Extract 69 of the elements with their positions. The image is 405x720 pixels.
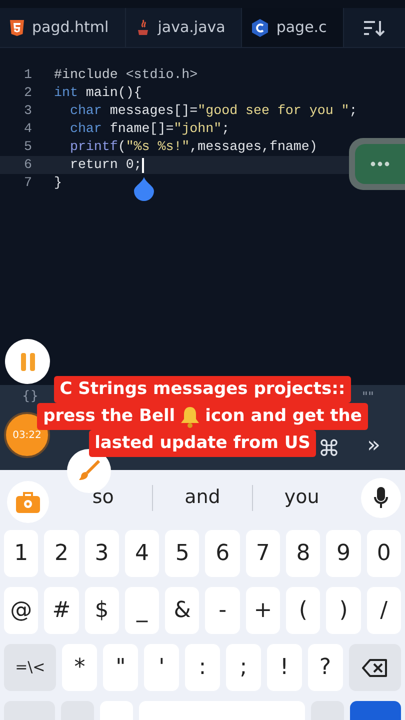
- sort-icon[interactable]: [363, 18, 386, 36]
- caption-text: lasted update from US: [88, 430, 316, 457]
- code-line: #include <stdio.h>: [54, 66, 198, 84]
- keyboard-key[interactable]: 2: [44, 530, 79, 577]
- code-line: char messages[]="good see for you ";: [68, 102, 358, 120]
- html-file-icon: [10, 20, 24, 36]
- suggestion[interactable]: and: [153, 483, 252, 512]
- backspace-key[interactable]: [348, 644, 402, 691]
- suggestion[interactable]: you: [252, 483, 351, 512]
- bell-icon: [180, 406, 200, 428]
- caption-text: C Strings messages projects::: [54, 376, 352, 403]
- keyboard-key[interactable]: ?: [308, 644, 343, 691]
- keyboard-key[interactable]: _: [124, 587, 160, 634]
- code-line: return 0;: [68, 156, 142, 174]
- suggestion[interactable]: so: [54, 483, 152, 512]
- toolbar-key[interactable]: ⌘: [318, 433, 340, 466]
- keyboard-key[interactable]: 0: [366, 530, 401, 577]
- line-number: 4: [23, 120, 33, 138]
- coffee-cup-icon: [136, 18, 150, 36]
- toolbox-icon: [16, 491, 40, 513]
- keyboard-key[interactable]: @: [4, 587, 38, 634]
- keyboard-key[interactable]: ;: [226, 644, 261, 691]
- keyboard-key[interactable]: /: [366, 587, 401, 634]
- keyboard-key[interactable]: *: [62, 644, 98, 691]
- code-line: printf("%s %s!",messages,fname): [68, 138, 318, 156]
- line-number: 2: [23, 84, 33, 102]
- keyboard-key[interactable]: 8: [286, 530, 320, 577]
- keyboard-key[interactable]: $: [84, 587, 119, 634]
- keyboard-key[interactable]: ": [103, 644, 138, 691]
- line-number: 7: [23, 174, 33, 192]
- line-number: 3: [23, 102, 33, 120]
- keyboard-key[interactable]: !: [266, 644, 302, 691]
- keyboard-key[interactable]: #: [44, 587, 79, 634]
- toolbar-key[interactable]: "": [362, 391, 374, 404]
- keyboard-key[interactable]: ): [326, 587, 361, 634]
- keyboard-key[interactable]: 7: [246, 530, 280, 577]
- keyboard-key[interactable]: +: [246, 587, 280, 634]
- keyboard-key[interactable]: 3: [84, 530, 119, 577]
- backspace-icon: [362, 659, 388, 678]
- pause-icon: [20, 352, 36, 370]
- keyboard-key[interactable]: ': [144, 644, 180, 691]
- cursor-handle[interactable]: [134, 176, 154, 201]
- keyboard-key[interactable]: 5: [165, 530, 200, 577]
- microphone-icon: [374, 486, 388, 508]
- file-tab[interactable]: page.c: [242, 8, 344, 47]
- keyboard-key[interactable]: -: [205, 587, 240, 634]
- keyboard-key[interactable]: 9: [326, 530, 361, 577]
- caption-text: icon and get the: [205, 405, 362, 428]
- keyboard-key[interactable]: 4: [124, 530, 160, 577]
- more-icon: [370, 161, 390, 167]
- keyboard-key[interactable]: &: [165, 587, 200, 634]
- brush-icon: [78, 460, 100, 482]
- keyboard-key[interactable]: 6: [205, 530, 240, 577]
- code-line: }: [54, 174, 62, 192]
- keyboard-key[interactable]: 1: [4, 530, 38, 577]
- pause-button[interactable]: [5, 339, 50, 384]
- microphone-button[interactable]: [360, 478, 401, 518]
- keyboard-key[interactable]: :: [185, 644, 220, 691]
- code-line: char fname[]="john";: [68, 120, 230, 138]
- keyboard-key[interactable]: (: [286, 587, 320, 634]
- line-number: 5: [23, 138, 33, 156]
- line-number: 6: [23, 156, 33, 174]
- keyboard-key[interactable]: =\<: [4, 644, 56, 691]
- text-cursor: [142, 158, 144, 172]
- toolbar-key[interactable]: {}: [22, 390, 39, 403]
- c-language-icon: [252, 18, 268, 36]
- line-number: 1: [23, 66, 33, 84]
- toolbar-key[interactable]: »: [367, 429, 380, 462]
- code-line: int main(){: [54, 84, 142, 102]
